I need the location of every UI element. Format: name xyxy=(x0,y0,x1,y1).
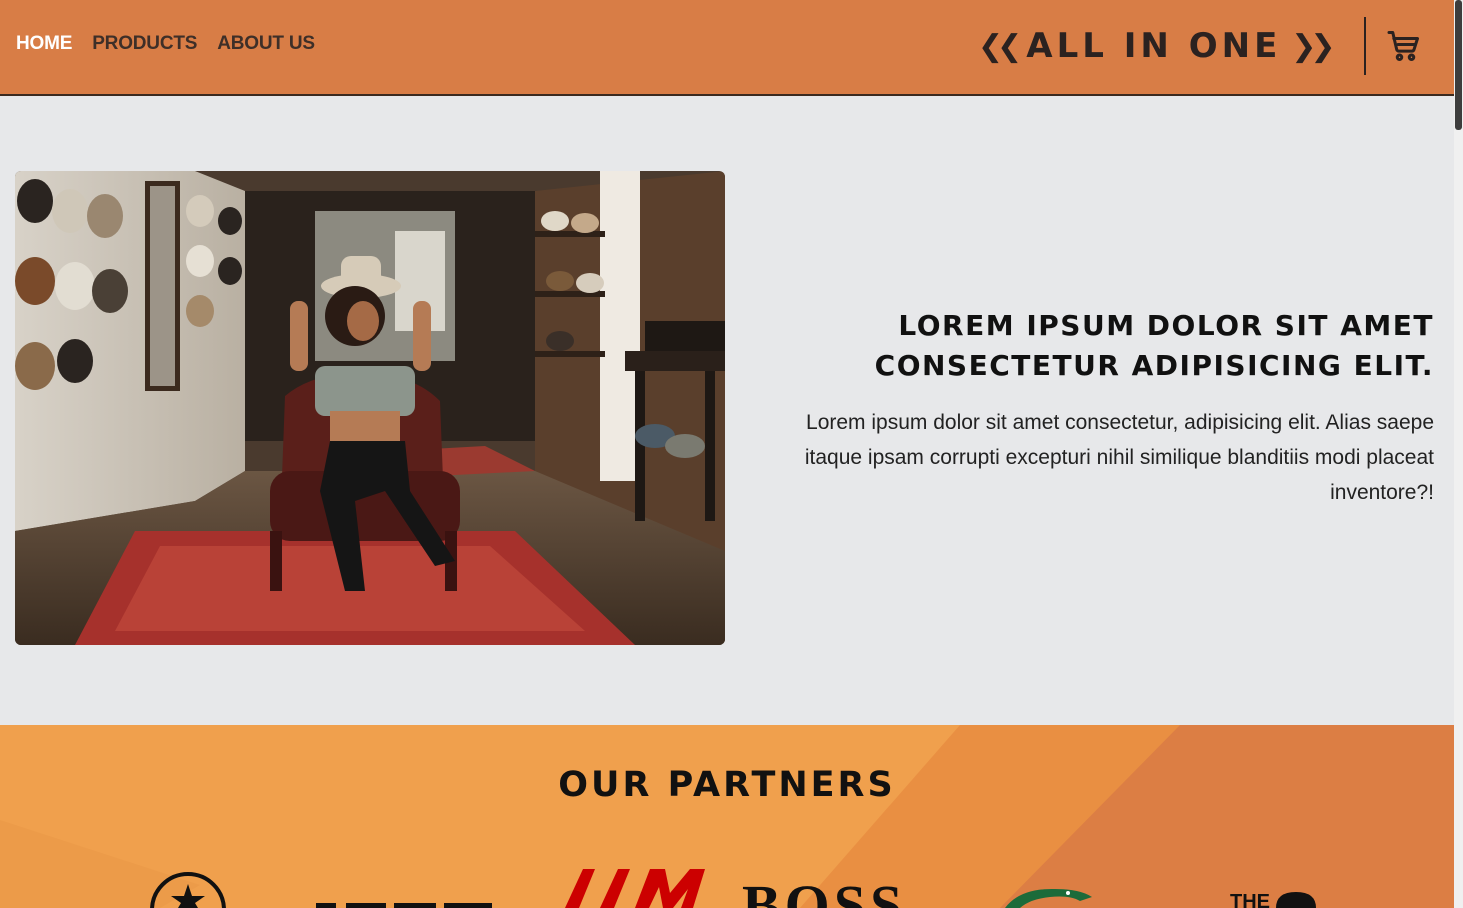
brand-logo[interactable]: ❮❮ ALL IN ONE ❯❯ xyxy=(978,24,1336,68)
partners-section: OUR PARTNERS BOSS THE xyxy=(0,725,1454,908)
header-divider xyxy=(1364,17,1366,75)
site-header: HOME PRODUCTS ABOUT US ❮❮ ALL IN ONE ❯❯ xyxy=(0,0,1454,96)
hm-logo[interactable] xyxy=(545,865,710,908)
hat-shop-photo xyxy=(15,171,725,645)
nav-products[interactable]: PRODUCTS xyxy=(92,33,197,55)
cart-button[interactable] xyxy=(1386,28,1422,64)
scrollbar-thumb[interactable] xyxy=(1455,0,1462,130)
nav-about-us[interactable]: ABOUT US xyxy=(217,33,315,55)
partners-heading: OUR PARTNERS xyxy=(558,765,896,805)
page-scrollbar[interactable] xyxy=(1454,0,1463,908)
boss-logo[interactable]: BOSS xyxy=(742,885,920,908)
hero-description: Lorem ipsum dolor sit amet consectetur, … xyxy=(804,411,1434,504)
converse-logo[interactable] xyxy=(148,870,228,908)
svg-text:THE: THE xyxy=(1230,891,1270,908)
nav-home[interactable]: HOME xyxy=(16,33,72,55)
the-north-face-logo[interactable]: THE xyxy=(1230,890,1320,908)
lacoste-logo[interactable] xyxy=(1000,883,1095,908)
esprit-logo[interactable] xyxy=(316,893,492,908)
hero-heading-line-1: LOREM IPSUM DOLOR SIT AMET xyxy=(898,309,1434,342)
hero-image xyxy=(15,171,725,645)
hero-heading-line-2: CONSECTETUR ADIPISICING ELIT. xyxy=(874,349,1434,382)
right-chevrons: ❯❯ xyxy=(1291,28,1335,64)
brand-name: ALL IN ONE xyxy=(1026,26,1282,66)
main-nav: HOME PRODUCTS ABOUT US xyxy=(16,33,315,55)
cart-icon xyxy=(1387,31,1419,61)
hero-heading: LOREM IPSUM DOLOR SIT AMET CONSECTETUR A… xyxy=(760,306,1434,386)
left-chevrons: ❮❮ xyxy=(978,28,1022,64)
svg-text:BOSS: BOSS xyxy=(742,885,906,908)
